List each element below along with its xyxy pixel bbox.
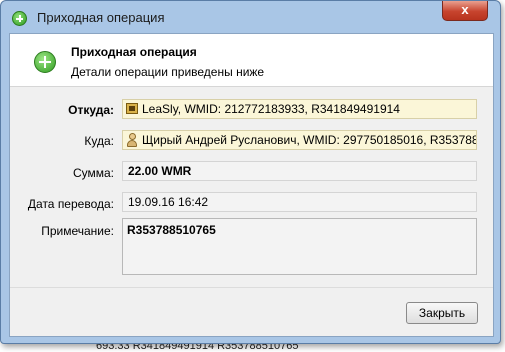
- plus-circle-icon: [12, 11, 27, 26]
- date-field[interactable]: 19.09.16 16:42: [122, 192, 477, 212]
- dialog-header: Приходная операция Детали операции приве…: [10, 34, 493, 87]
- amount-field[interactable]: 22.00 WMR: [122, 161, 477, 181]
- header-subtitle: Детали операции приведены ниже: [71, 65, 265, 79]
- from-field[interactable]: LeaSly, WMID: 212772183933, R34184949191…: [122, 99, 477, 119]
- amount-label: Сумма:: [72, 166, 114, 180]
- header-title: Приходная операция: [71, 45, 197, 59]
- date-value: 19.09.16 16:42: [128, 195, 209, 209]
- divider: [10, 287, 493, 288]
- date-label: Дата перевода:: [27, 197, 114, 211]
- to-field[interactable]: Щирый Андрей Русланович, WMID: 297750185…: [122, 130, 477, 150]
- title-bar[interactable]: Приходная операция x: [1, 1, 500, 33]
- purse-icon: [126, 103, 138, 114]
- note-field[interactable]: R353788510765: [122, 218, 477, 275]
- dialog-body: Приходная операция Детали операции приве…: [9, 33, 494, 337]
- amount-value: 22.00 WMR: [128, 164, 192, 178]
- close-button[interactable]: Закрыть: [406, 302, 478, 324]
- person-icon: [126, 133, 138, 147]
- from-label: Откуда:: [68, 103, 114, 117]
- window-close-button[interactable]: x: [442, 1, 488, 21]
- operation-dialog: Приходная операция x Приходная операция …: [0, 0, 501, 344]
- to-value: Щирый Андрей Русланович, WMID: 297750185…: [142, 133, 477, 147]
- note-value: R353788510765: [127, 223, 216, 237]
- plus-circle-icon: [34, 51, 56, 73]
- from-value: LeaSly, WMID: 212772183933, R34184949191…: [142, 102, 400, 116]
- window-title: Приходная операция: [37, 10, 165, 25]
- to-label: Куда:: [84, 134, 114, 148]
- note-label: Примечание:: [41, 224, 114, 238]
